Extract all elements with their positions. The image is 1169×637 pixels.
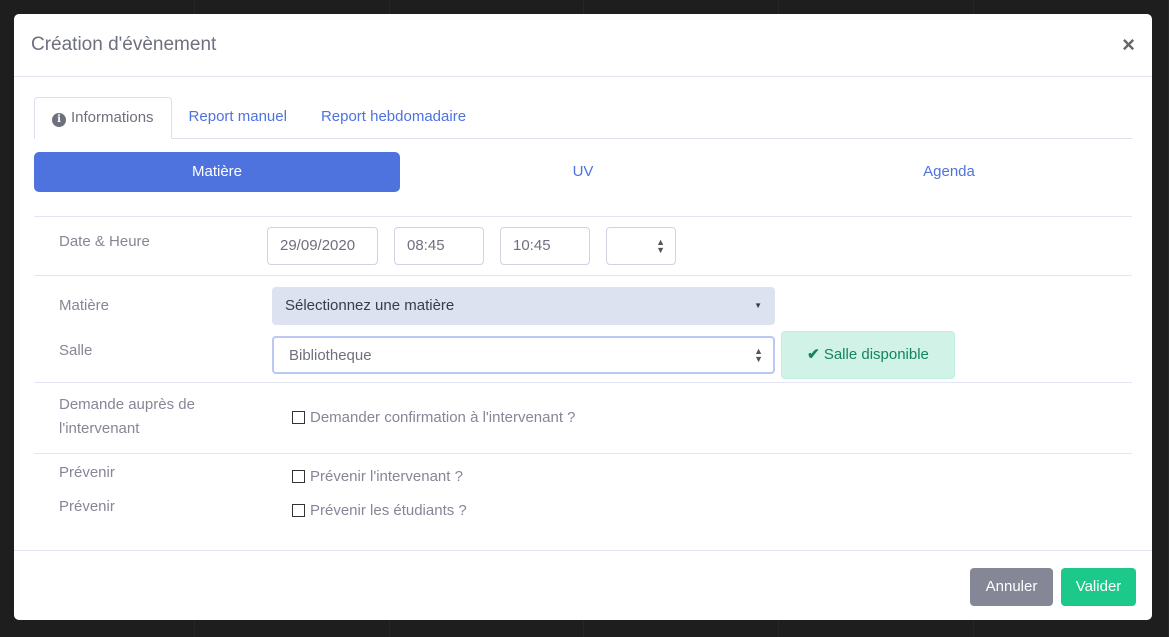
date-input[interactable]: 29/09/2020	[267, 227, 378, 265]
datetime-label: Date & Heure	[59, 233, 150, 250]
prevenir-label: Prévenir	[59, 498, 115, 515]
cancel-button[interactable]: Annuler	[970, 568, 1053, 606]
matiere-label: Matière	[59, 297, 110, 314]
updown-icon: ▲ ▼	[656, 237, 665, 255]
prevenir-intervenant-checkbox-row[interactable]: Prévenir l'intervenant ?	[292, 468, 463, 485]
info-circle-icon: i	[52, 113, 66, 127]
checkbox-label: Prévenir les étudiants ?	[310, 502, 467, 519]
salle-status-badge: ✔ Salle disponible	[781, 331, 955, 379]
salle-label: Salle	[59, 342, 93, 359]
label-col: Prévenir Prévenir	[34, 454, 267, 550]
demande-checkbox-row[interactable]: Demander confirmation à l'intervenant ?	[292, 409, 576, 426]
event-creation-modal: Création d'évènement × i Informations Rep…	[14, 14, 1152, 620]
pill-uv[interactable]: UV	[400, 152, 766, 192]
matiere-placeholder: Sélectionnez une matière	[285, 297, 455, 314]
tab-informations[interactable]: i Informations	[34, 97, 172, 139]
prevenir-etudiants-checkbox-row[interactable]: Prévenir les étudiants ?	[292, 502, 467, 519]
label-col: Matière Salle	[34, 276, 267, 382]
tabs: i Informations Report manuel Report hebdo…	[34, 97, 1132, 139]
modal-title: Création d'évènement	[31, 34, 217, 55]
extra-select[interactable]: ▲ ▼	[606, 227, 676, 265]
modal-header: Création d'évènement ×	[14, 14, 1152, 77]
updown-icon: ▲ ▼	[754, 346, 763, 364]
submit-button[interactable]: Valider	[1061, 568, 1136, 606]
salle-status-text: Salle disponible	[823, 346, 929, 363]
checkbox[interactable]	[292, 504, 305, 517]
prevenir-label: Prévenir	[59, 464, 115, 481]
tab-report-hebdomadaire[interactable]: Report hebdomadaire	[304, 97, 483, 138]
checkbox[interactable]	[292, 411, 305, 424]
start-time-input[interactable]: 08:45	[394, 227, 484, 265]
salle-select[interactable]: Bibliotheque ▲ ▼	[272, 336, 775, 374]
tab-report-manuel[interactable]: Report manuel	[172, 97, 304, 138]
checkbox-label: Demander confirmation à l'intervenant ?	[310, 409, 576, 426]
salle-value: Bibliotheque	[289, 347, 372, 364]
pills: Matière UV Agenda	[34, 152, 1132, 192]
pill-agenda[interactable]: Agenda	[766, 152, 1132, 192]
demande-label: Demande auprès de l'intervenant	[59, 396, 195, 437]
close-icon[interactable]: ×	[1122, 32, 1135, 58]
checkbox[interactable]	[292, 470, 305, 483]
end-time-input[interactable]: 10:45	[500, 227, 590, 265]
check-icon: ✔	[807, 346, 820, 363]
matiere-select[interactable]: Sélectionnez une matière ▼	[272, 287, 775, 325]
pill-matiere[interactable]: Matière	[34, 152, 400, 192]
tab-label: Informations	[71, 109, 154, 126]
caret-down-icon: ▼	[754, 301, 762, 310]
checkbox-label: Prévenir l'intervenant ?	[310, 468, 463, 485]
modal-footer: Annuler Valider	[14, 550, 1152, 620]
